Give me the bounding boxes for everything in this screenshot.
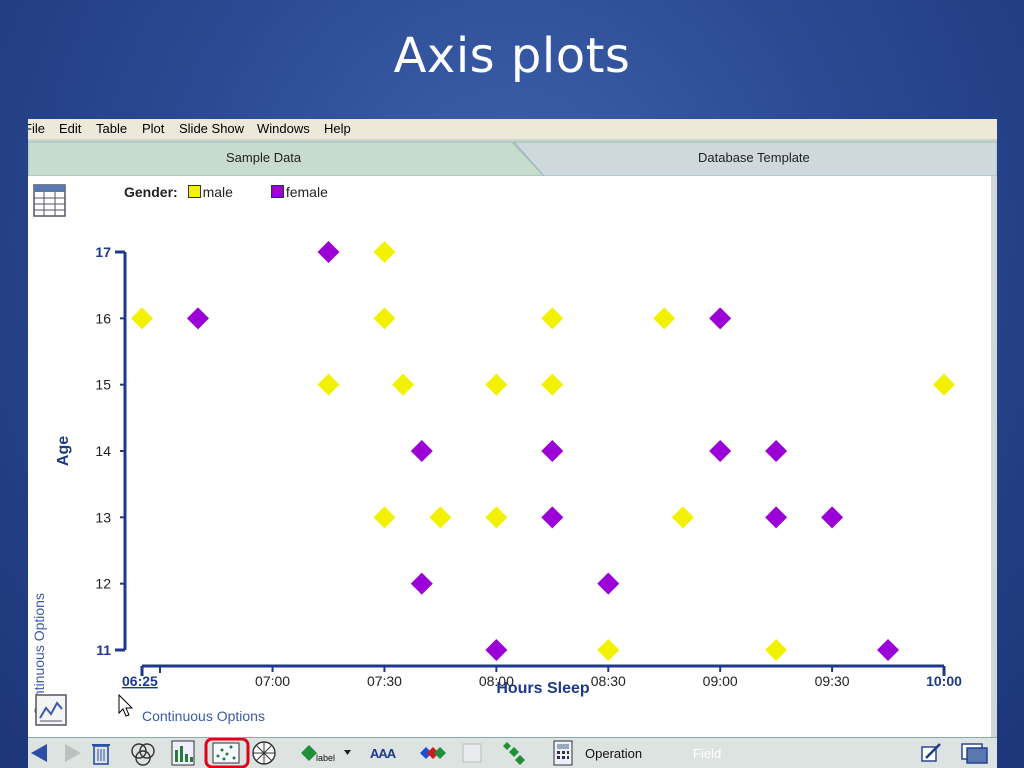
application-window: File Edit Table Plot Slide Show Windows …: [28, 119, 997, 768]
data-point-female: [709, 440, 732, 462]
x-tick-label: 09:30: [815, 673, 850, 689]
legend-swatch-male[interactable]: [187, 185, 201, 198]
menu-slide-show[interactable]: Slide Show: [179, 121, 244, 136]
data-point-male: [429, 506, 452, 529]
data-point-male: [317, 373, 340, 396]
scatter-plot: 1112131415161706:25 07:00 07:30 08:00 08:30 0…: [55, 241, 962, 697]
y-tick-label: 13: [95, 509, 111, 525]
x-tick-label: 10:00: [926, 673, 962, 689]
menu-plot[interactable]: Plot: [142, 121, 164, 136]
label-dropdown-icon[interactable]: [342, 738, 354, 768]
tab-bar: Sample Data Database Template: [28, 140, 997, 176]
edit-pen-icon[interactable]: [916, 738, 946, 768]
y-tick-label: 14: [95, 443, 111, 459]
data-point-female: [709, 307, 732, 330]
menu-help[interactable]: Help: [324, 121, 351, 136]
data-point-male: [765, 639, 788, 661]
data-point-female: [765, 506, 788, 529]
data-point-male: [485, 373, 508, 396]
x-continuous-options[interactable]: Continuous Options: [142, 708, 265, 724]
data-point-male: [373, 241, 396, 263]
calculator-icon[interactable]: [551, 738, 575, 768]
data-point-male: [373, 506, 396, 529]
data-point-male: [131, 307, 153, 330]
tab-sample-data[interactable]: Sample Data: [226, 150, 301, 165]
data-point-female: [877, 639, 900, 661]
x-tick-label: 08:30: [591, 673, 626, 689]
x-tick-label: 07:00: [255, 673, 290, 689]
y-tick-label: 16: [95, 310, 111, 326]
data-point-female: [186, 307, 209, 330]
menu-bar: File Edit Table Plot Slide Show Windows …: [28, 119, 997, 140]
data-point-male: [671, 506, 694, 529]
data-point-female: [541, 440, 564, 462]
data-point-female: [821, 506, 844, 529]
slides-icon[interactable]: [958, 738, 992, 768]
legend-label-male: male: [202, 184, 233, 200]
y-tick-label: 12: [95, 576, 111, 592]
data-point-female: [410, 440, 433, 462]
x-tick-label: 07:30: [367, 673, 402, 689]
bottom-toolbar: label AAA Operation Field: [28, 738, 997, 768]
forward-arrow-icon[interactable]: [60, 738, 86, 768]
data-point-female: [765, 440, 788, 462]
legend-swatch-female[interactable]: [270, 185, 284, 198]
data-point-female: [410, 572, 433, 595]
tab-database-template[interactable]: Database Template: [698, 150, 810, 165]
back-arrow-icon[interactable]: [28, 738, 54, 768]
data-point-male: [933, 373, 955, 396]
color-shapes-icon[interactable]: [418, 738, 448, 768]
y-tick-label: 15: [95, 377, 111, 393]
x-axis-title: Hours Sleep: [496, 680, 590, 697]
x-tick-label: 09:00: [703, 673, 738, 689]
slide-title: Axis plots: [393, 28, 631, 84]
trash-icon[interactable]: [88, 738, 114, 768]
font-tool-text[interactable]: AAA: [370, 746, 396, 761]
table-view-icon[interactable]: [33, 184, 66, 217]
menu-file[interactable]: File: [28, 121, 45, 136]
plot-panel: 11 12 13 14 15 16 17 06:25 07:00 07:30 08:00 08:30 0…: [28, 176, 991, 738]
size-shapes-icon[interactable]: [499, 738, 529, 768]
data-point-male: [597, 639, 620, 661]
data-point-male: [541, 307, 564, 330]
venn-diagram-icon[interactable]: [129, 738, 157, 768]
menu-table[interactable]: Table: [96, 121, 127, 136]
data-point-female: [317, 241, 340, 263]
data-point-male: [392, 373, 415, 396]
y-axis-title: Age: [55, 436, 72, 466]
bar-graph-icon[interactable]: [169, 738, 197, 768]
axis-plot-icon[interactable]: [204, 738, 250, 768]
menu-edit[interactable]: Edit: [59, 121, 81, 136]
graph-view-icon[interactable]: [35, 694, 67, 726]
legend-title: Gender:: [124, 184, 178, 200]
field-label[interactable]: Field: [693, 746, 721, 761]
data-point-female: [597, 572, 620, 595]
disabled-tool-icon[interactable]: [458, 738, 486, 768]
mouse-pointer-icon: [118, 693, 134, 723]
data-point-female: [485, 639, 508, 661]
data-point-male: [373, 307, 396, 330]
tab-shapes: [28, 141, 997, 176]
legend-label-female: female: [285, 184, 328, 200]
data-point-male: [485, 506, 508, 529]
x-tick-label: 06:25: [122, 673, 158, 689]
label-button-text[interactable]: label: [316, 753, 335, 763]
data-point-female: [541, 506, 564, 529]
data-point-male: [653, 307, 676, 330]
y-tick-label: 11: [96, 642, 111, 658]
pie-chart-icon[interactable]: [249, 738, 279, 768]
y-tick-label: 17: [95, 244, 111, 260]
operation-label[interactable]: Operation: [585, 746, 642, 761]
menu-windows[interactable]: Windows: [257, 121, 310, 136]
data-point-male: [541, 373, 564, 396]
right-scrollbar[interactable]: [991, 176, 997, 738]
legend: Gender: male female: [124, 184, 328, 200]
